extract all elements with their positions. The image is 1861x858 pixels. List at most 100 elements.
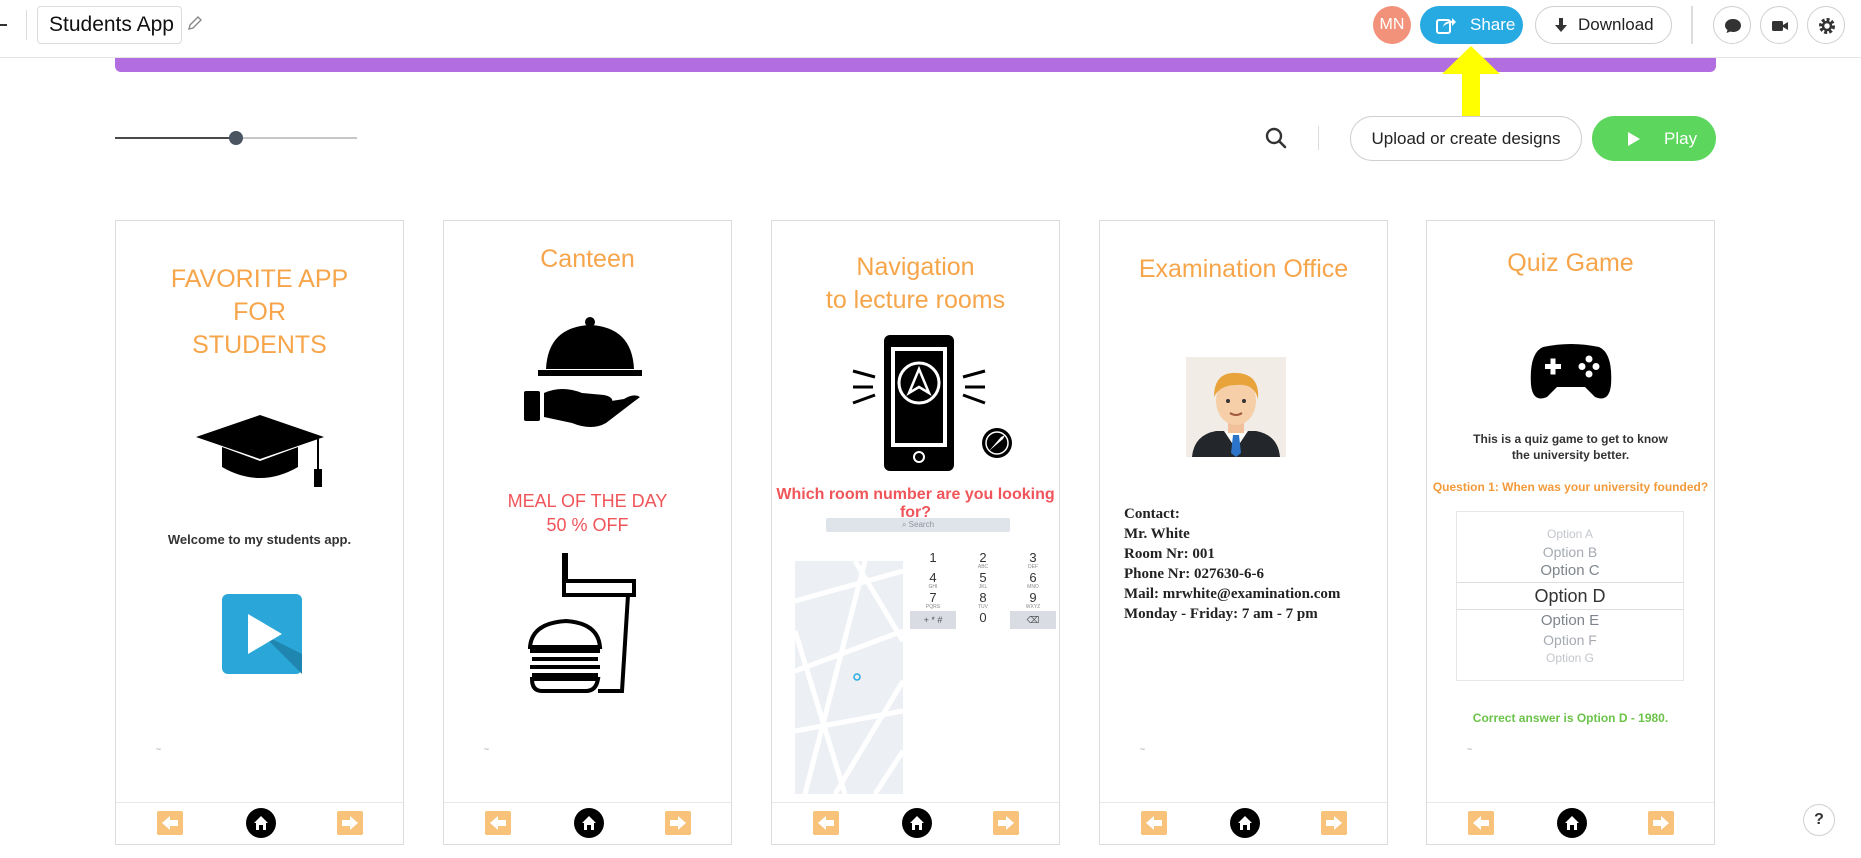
keypad-key[interactable]: 5 JKL xyxy=(960,571,1006,590)
quiz-question: Question 1: When was your university fou… xyxy=(1432,480,1709,494)
contact-line: Monday - Friday: 7 am - 7 pm xyxy=(1124,606,1318,622)
tilde-mark: ~ xyxy=(156,744,162,754)
keypad-key-number: 2 xyxy=(979,550,987,565)
screen-card-examination-office[interactable]: Examination Office Contact: Mr. White Ro… xyxy=(1099,220,1388,845)
help-button[interactable]: ? xyxy=(1803,804,1835,836)
home-button[interactable] xyxy=(574,808,604,838)
keypad-key[interactable]: 4 GHI xyxy=(910,570,956,590)
screen-card-canteen[interactable]: Canteen MEAL OF THE DAY 50 % OFF ~ xyxy=(443,220,732,845)
back-icon[interactable] xyxy=(0,24,7,26)
play-video-icon[interactable] xyxy=(222,594,302,674)
video-camera-icon xyxy=(1772,21,1788,31)
prev-arrow-button[interactable] xyxy=(157,811,183,835)
top-bar: Students App MN Share Download xyxy=(0,0,1861,58)
divider xyxy=(1691,6,1693,44)
divider xyxy=(26,10,27,40)
home-button[interactable] xyxy=(246,808,276,838)
keypad-key[interactable]: 8 TUV xyxy=(960,590,1006,610)
graduation-cap-icon xyxy=(196,415,324,487)
contact-line: Phone Nr: 027630-6-6 xyxy=(1124,566,1264,582)
picker-option[interactable]: Option C xyxy=(1457,562,1683,579)
officer-portrait xyxy=(1186,357,1286,457)
title-line: STUDENTS xyxy=(192,331,327,359)
arrow-left-icon xyxy=(1473,816,1489,830)
picker-option[interactable]: Option B xyxy=(1457,544,1683,560)
screen-card-favorite-app[interactable]: FAVORITE APP FOR STUDENTS Welcome to my … xyxy=(115,220,404,845)
arrow-right-icon xyxy=(670,816,686,830)
keypad-key-number: 7 xyxy=(929,590,937,605)
pencil-icon[interactable] xyxy=(186,14,204,32)
picker-option[interactable]: Option G xyxy=(1457,651,1683,665)
search-icon[interactable] xyxy=(1265,127,1287,149)
next-arrow-button[interactable] xyxy=(993,811,1019,835)
map-streets xyxy=(795,561,903,794)
campus-map[interactable] xyxy=(795,561,903,794)
room-search-input[interactable]: ⌕ Search xyxy=(826,518,1010,532)
keypad-key-number: 4 xyxy=(929,570,937,585)
home-button[interactable] xyxy=(1230,808,1260,838)
share-button[interactable]: Share xyxy=(1420,6,1523,44)
screen-title: Navigation to lecture rooms xyxy=(772,251,1059,317)
promo-line: 50 % OFF xyxy=(546,515,629,535)
contact-line: Contact: xyxy=(1124,506,1180,522)
keypad-key[interactable]: ⌫ xyxy=(1010,611,1056,629)
next-arrow-button[interactable] xyxy=(1321,811,1347,835)
option-picker[interactable]: Option A Option B Option C Option D Opti… xyxy=(1456,511,1684,681)
keypad-key-number: 8 xyxy=(979,590,987,605)
contact-line: Mail: mrwhite@examination.com xyxy=(1124,586,1341,602)
prev-arrow-button[interactable] xyxy=(1141,811,1167,835)
keypad-key[interactable]: 1 xyxy=(910,551,956,569)
keypad-key[interactable]: 9 WXYZ xyxy=(1010,590,1056,610)
share-label: Share xyxy=(1470,15,1516,34)
annotation-arrow-icon xyxy=(1442,46,1500,116)
download-label: Download xyxy=(1578,15,1654,34)
keypad-key[interactable]: 2 ABC xyxy=(960,550,1006,570)
picker-option[interactable]: Option E xyxy=(1457,612,1683,629)
next-arrow-button[interactable] xyxy=(1648,811,1674,835)
picker-option[interactable]: Option F xyxy=(1457,632,1683,648)
next-arrow-button[interactable] xyxy=(337,811,363,835)
footer-nav xyxy=(772,802,1059,844)
home-icon xyxy=(582,816,596,830)
arrow-left-icon xyxy=(1146,816,1162,830)
screen-card-quiz-game[interactable]: Quiz Game This is a quiz game to get to … xyxy=(1426,220,1715,845)
screen-card-navigation[interactable]: Navigation to lecture rooms Which room n… xyxy=(771,220,1060,845)
home-icon xyxy=(1238,816,1252,830)
arrow-right-icon xyxy=(1326,816,1342,830)
screen-title: Quiz Game xyxy=(1507,249,1634,277)
tilde-mark: ~ xyxy=(1140,744,1146,754)
keypad-key[interactable]: 7 PQRS xyxy=(910,590,956,610)
arrow-right-icon xyxy=(998,816,1014,830)
prev-arrow-button[interactable] xyxy=(813,811,839,835)
keypad-key-letters: PQRS xyxy=(925,604,941,610)
next-arrow-button[interactable] xyxy=(665,811,691,835)
prev-arrow-button[interactable] xyxy=(485,811,511,835)
keypad-key-number: 1 xyxy=(929,550,937,565)
download-button[interactable]: Download xyxy=(1535,6,1672,44)
upload-button[interactable]: Upload or create designs xyxy=(1350,116,1582,161)
picker-option[interactable]: Option A xyxy=(1457,527,1683,541)
play-button[interactable]: Play xyxy=(1592,116,1716,161)
comment-button[interactable] xyxy=(1713,6,1751,44)
home-button[interactable] xyxy=(902,808,932,838)
footer-nav xyxy=(1427,802,1714,844)
keypad-key[interactable]: + * # xyxy=(910,611,956,629)
contact-info: Contact: Mr. White Room Nr: 001 Phone Nr… xyxy=(1124,504,1340,624)
prev-arrow-button[interactable] xyxy=(1468,811,1494,835)
title-line: FOR xyxy=(233,298,286,326)
picker-option-selected[interactable]: Option D xyxy=(1457,586,1683,607)
zoom-slider-knob[interactable] xyxy=(229,131,243,145)
keypad-key[interactable]: 6 MNO xyxy=(1010,571,1056,590)
promo-line: MEAL OF THE DAY xyxy=(507,491,668,511)
avatar[interactable]: MN xyxy=(1373,6,1411,44)
keypad-key-number: 9 xyxy=(1029,590,1037,605)
keypad-key[interactable]: 0 xyxy=(960,611,1006,629)
settings-button[interactable] xyxy=(1807,6,1845,44)
home-button[interactable] xyxy=(1557,808,1587,838)
app-title-field[interactable]: Students App xyxy=(37,6,182,44)
keypad-key[interactable]: 3 DEF xyxy=(1010,551,1056,570)
keypad-key-number: + * # xyxy=(923,615,943,625)
video-call-button[interactable] xyxy=(1760,6,1798,44)
home-icon xyxy=(254,816,268,830)
zoom-slider[interactable] xyxy=(115,131,357,145)
